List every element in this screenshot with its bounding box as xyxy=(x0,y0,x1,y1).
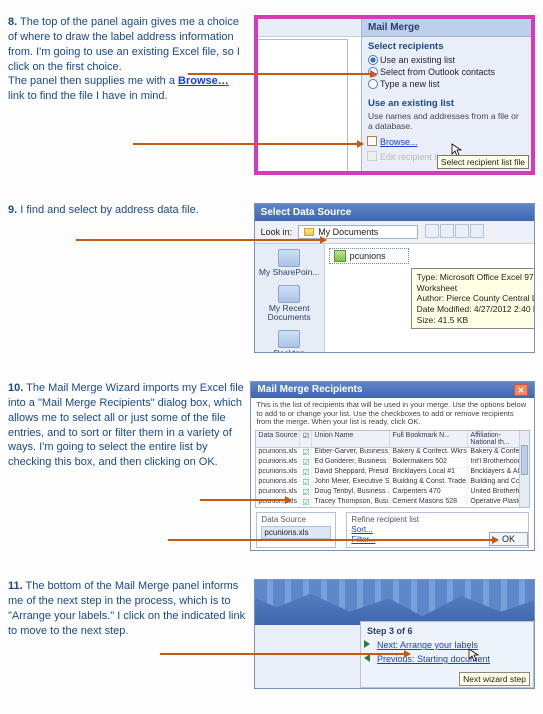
next-step-link[interactable]: Next: Arrange your labels xyxy=(361,638,533,652)
lookin-label: Look in: xyxy=(261,227,293,237)
scrollbar[interactable] xyxy=(519,431,529,507)
place-recent[interactable]: My Recent Documents xyxy=(257,285,322,322)
arrow-to-checkbox xyxy=(200,499,291,501)
step11-text: The bottom of the Mail Merge panel infor… xyxy=(8,580,245,637)
cursor-icon xyxy=(468,648,480,662)
browse-icon xyxy=(367,136,377,146)
lookin-dropdown[interactable]: My Documents xyxy=(298,225,418,239)
table-row[interactable]: pcunions.xlsJohn Meier, Executive S...Bu… xyxy=(256,478,529,488)
browse-link[interactable]: Browse... xyxy=(362,135,531,149)
step8-text-b: The panel then supplies me with a xyxy=(8,75,178,87)
table-row[interactable]: pcunions.xlsDoug Tenbyl, Business ...Car… xyxy=(256,488,529,498)
table-row[interactable]: pcunions.xlsTracey Thompson, Busi...Ceme… xyxy=(256,498,529,508)
step9-description: 9. I find and select by address data fil… xyxy=(8,203,248,353)
tooltip: Select recipient list file xyxy=(437,155,529,169)
table-row[interactable]: pcunions.xlsEd Gonderer, Business ...Boi… xyxy=(256,458,529,468)
file-list: pcunions Type: Microsoft Office Excel 97… xyxy=(325,244,534,353)
table-row[interactable]: pcunions.xlsEliber-Garver, Business ...B… xyxy=(256,448,529,458)
document-area xyxy=(258,39,348,171)
file-pcunions[interactable]: pcunions xyxy=(329,248,409,264)
toolbar-buttons[interactable] xyxy=(424,224,484,240)
col-checkbox[interactable]: ☑ xyxy=(300,431,312,447)
step9-number: 9. xyxy=(8,204,17,216)
data-source-item[interactable]: pcunions.xls xyxy=(261,526,331,539)
dialog-title: Select Data Source xyxy=(255,204,534,221)
step10-description: 10. The Mail Merge Wizard imports my Exc… xyxy=(8,381,244,551)
step10-text: The Mail Merge Wizard imports my Excel f… xyxy=(8,382,244,468)
excel-icon xyxy=(334,250,346,262)
screenshot-8: Mail Merge Select recipients Use an exis… xyxy=(254,15,535,175)
col-full[interactable]: Full Bookmark N... xyxy=(390,431,468,447)
mail-merge-panel: Mail Merge Select recipients Use an exis… xyxy=(361,19,531,171)
screenshot-11: Step 3 of 6 Next: Arrange your labels Pr… xyxy=(254,579,535,689)
edit-icon xyxy=(367,151,377,161)
close-icon[interactable]: ✕ xyxy=(514,384,528,396)
file-tooltip: Type: Microsoft Office Excel 97-2003 Wor… xyxy=(411,268,535,329)
place-desktop[interactable]: Desktop xyxy=(257,330,322,353)
step8-text-a: The top of the panel again gives me a ch… xyxy=(8,16,240,73)
step8-text-c: link to find the file I have in mind. xyxy=(8,90,168,102)
place-sharepoint[interactable]: My SharePoin... xyxy=(257,249,322,277)
folder-icon xyxy=(304,228,314,236)
arrow-to-option xyxy=(188,73,376,75)
arrow-to-file xyxy=(76,239,326,241)
dialog-title-bar: Mail Merge Recipients✕ xyxy=(251,382,534,398)
table-row[interactable]: pcunions.xlsDavid Sheppard, Presid...Bri… xyxy=(256,468,529,478)
col-union[interactable]: Union Name xyxy=(312,431,390,447)
col-datasource[interactable]: Data Source xyxy=(256,431,300,447)
screenshot-9: Select Data Source Look in: My Documents… xyxy=(254,203,535,353)
recipients-table: Data Source ☑ Union Name Full Bookmark N… xyxy=(255,430,530,508)
step11-description: 11. The bottom of the Mail Merge panel i… xyxy=(8,579,248,689)
select-recipients-heading: Select recipients xyxy=(362,37,531,54)
step9-text: I find and select by address data file. xyxy=(20,204,199,216)
step10-number: 10. xyxy=(8,382,23,394)
step8-number: 8. xyxy=(8,16,17,28)
places-bar: My SharePoin... My Recent Documents Desk… xyxy=(255,244,325,353)
step8-description: 8. The top of the panel again gives me a… xyxy=(8,15,248,175)
arrow-to-ok xyxy=(168,539,498,541)
data-source-box: Data Source pcunions.xls xyxy=(256,512,336,548)
panel-title: Mail Merge xyxy=(362,19,531,37)
arrow-to-browse xyxy=(133,143,363,145)
browse-link-text: Browse… xyxy=(178,75,229,87)
screenshot-10: Mail Merge Recipients✕ This is the list … xyxy=(250,381,535,551)
arrow-to-next xyxy=(160,653,410,655)
step11-number: 11. xyxy=(8,580,23,592)
option-outlook[interactable]: Select from Outlook contacts xyxy=(362,66,531,78)
option-new-list[interactable]: Type a new list xyxy=(362,78,531,90)
option-existing-list[interactable]: Use an existing list xyxy=(362,54,531,66)
use-existing-sub: Use names and addresses from a file or a… xyxy=(362,111,531,135)
step-counter: Step 3 of 6 xyxy=(361,622,533,638)
tooltip: Next wizard step xyxy=(459,672,530,686)
dialog-note: This is the list of recipients that will… xyxy=(251,398,534,430)
use-existing-heading: Use an existing list xyxy=(362,94,531,111)
